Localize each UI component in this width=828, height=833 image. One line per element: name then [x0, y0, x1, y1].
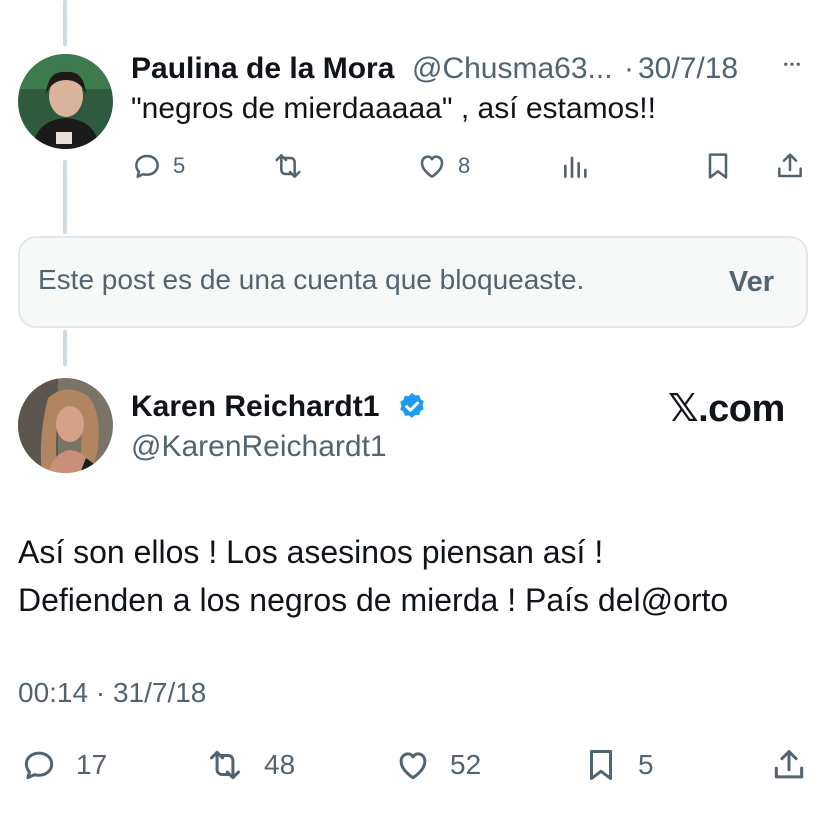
main-share-button[interactable]	[770, 746, 808, 784]
avatar-paulina[interactable]	[18, 54, 113, 149]
share-icon	[778, 153, 802, 178]
bookmark-icon	[708, 153, 728, 179]
reply-like-button[interactable]: 8	[416, 150, 470, 182]
main-tweet-timestamp[interactable]: 00:14 · 31/7/18	[18, 677, 206, 709]
reply-tweet-text: "negros de mierdaaaaa" , así estamos!!	[131, 92, 656, 125]
blocked-notice-text: Este post es de una cuenta que bloqueast…	[38, 264, 585, 295]
thread-line-bottom	[63, 330, 67, 366]
main-reply-button[interactable]: 17	[20, 746, 107, 784]
view-blocked-post-button[interactable]: Ver	[729, 266, 774, 299]
reply-reply-count: 5	[173, 153, 186, 178]
views-icon	[564, 156, 587, 178]
main-tweet-text-line-2: Defienden a los negros de mierda ! País …	[18, 582, 729, 618]
main-bookmark-button[interactable]: 5	[582, 746, 654, 784]
main-author-handle[interactable]: @KarenReichardt1	[131, 430, 387, 464]
reply-share-button[interactable]	[774, 150, 806, 182]
like-icon	[420, 155, 444, 178]
main-like-button[interactable]: 52	[394, 746, 481, 784]
reply-author-handle[interactable]: @Chusma63...	[412, 52, 613, 86]
main-like-count: 52	[450, 749, 482, 780]
main-bookmark-count: 5	[638, 749, 654, 780]
reply-date[interactable]: 30/7/18	[638, 52, 738, 86]
reply-bookmark-button[interactable]	[702, 150, 734, 182]
verified-badge-icon	[400, 393, 424, 418]
reply-reply-button[interactable]: 5	[131, 150, 185, 182]
retweet-icon	[210, 750, 240, 780]
reply-icon	[24, 751, 54, 780]
x-com-watermark: 𝕏.com	[668, 388, 785, 430]
more-options-button[interactable]	[776, 58, 808, 78]
blocked-post-notice: Este post es de una cuenta que bloqueast…	[18, 236, 808, 328]
retweet-icon	[275, 154, 301, 178]
avatar-karen[interactable]	[18, 378, 113, 473]
main-reply-count: 17	[76, 749, 108, 780]
reply-views-button[interactable]	[560, 150, 592, 182]
bookmark-icon	[589, 750, 613, 780]
reply-date-separator: ·	[624, 52, 634, 85]
main-retweet-count: 48	[264, 749, 296, 780]
reply-like-count: 8	[458, 153, 471, 178]
reply-retweet-button[interactable]	[272, 150, 304, 182]
share-icon	[774, 750, 804, 779]
reply-icon	[135, 154, 159, 178]
more-icon	[784, 62, 800, 66]
main-retweet-button[interactable]: 48	[204, 746, 295, 784]
main-tweet-text: Así son ellos ! Los asesinos piensan así…	[18, 528, 728, 624]
like-icon	[399, 752, 427, 780]
thread-line-middle	[63, 160, 67, 234]
main-author-name[interactable]: Karen Reichardt1	[131, 390, 379, 424]
reply-author-name[interactable]: Paulina de la Mora	[131, 52, 394, 86]
main-tweet-text-line-1: Así son ellos ! Los asesinos piensan así…	[18, 534, 604, 570]
thread-line-top	[63, 0, 67, 46]
